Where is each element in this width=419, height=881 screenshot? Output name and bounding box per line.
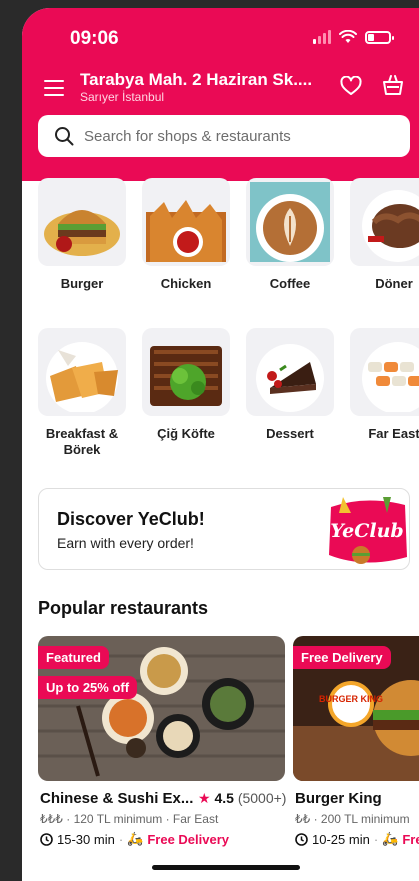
restaurant-name: Burger King xyxy=(295,790,382,807)
category-image xyxy=(38,328,126,416)
category-image xyxy=(246,178,334,266)
wifi-icon xyxy=(339,30,357,43)
menu-icon[interactable] xyxy=(44,80,64,96)
discount-badge: Up to 25% off xyxy=(38,676,138,699)
chicken-icon xyxy=(146,200,226,262)
category-breakfast-borek[interactable]: Breakfast & Börek xyxy=(38,328,126,458)
dessert-icon xyxy=(256,344,324,412)
sushi-icon xyxy=(362,342,419,412)
burger-icon xyxy=(44,210,120,256)
category-coffee[interactable]: Coffee xyxy=(246,178,334,292)
doner-icon xyxy=(362,190,419,262)
restaurant-photo: BURGER KING Free Delivery xyxy=(293,636,419,781)
restaurant-eta: 10-25 min · 🛵 Free Delivery xyxy=(295,831,419,847)
basket-icon[interactable] xyxy=(382,74,404,96)
status-time: 09:06 xyxy=(70,28,119,49)
category-image xyxy=(142,328,230,416)
search-bar[interactable] xyxy=(38,115,410,157)
category-burger[interactable]: Burger xyxy=(38,178,126,292)
restaurant-name: Chinese & Sushi Ex... xyxy=(40,790,194,807)
featured-badge: Featured xyxy=(38,646,109,669)
cig-kofte-icon xyxy=(150,346,222,406)
coffee-icon xyxy=(250,182,330,262)
borek-icon xyxy=(46,342,118,412)
scooter-icon: 🛵 xyxy=(382,831,399,846)
category-image xyxy=(350,328,419,416)
address-subtitle[interactable]: Sarıyer İstanbul xyxy=(80,90,164,104)
status-icons xyxy=(313,30,394,44)
clock-icon xyxy=(295,832,308,846)
star-icon: ★ xyxy=(198,790,211,806)
yeclub-subtitle: Earn with every order! xyxy=(57,535,194,551)
svg-text:BURGER KING: BURGER KING xyxy=(319,694,383,704)
search-input[interactable] xyxy=(84,127,374,145)
restaurant-eta: 15-30 min · 🛵 Free Delivery xyxy=(40,831,229,847)
address-title[interactable]: Tarabya Mah. 2 Haziran Sk.... xyxy=(80,70,336,90)
free-delivery-badge: Free Delivery xyxy=(293,646,391,669)
heart-icon[interactable] xyxy=(340,76,362,96)
popular-restaurants-title: Popular restaurants xyxy=(38,598,209,618)
search-icon xyxy=(55,127,74,146)
yeclub-banner[interactable]: Discover YeClub! Earn with every order! … xyxy=(38,488,410,570)
category-chicken[interactable]: Chicken xyxy=(142,178,230,292)
app-header: 09:06 Tarabya Mah. 2 Haziran Sk.... Sarı… xyxy=(22,8,419,181)
category-image xyxy=(246,328,334,416)
restaurant-card[interactable]: BURGER KING Free Delivery Burger King ₺₺… xyxy=(293,636,419,847)
yeclub-logo-icon: YeClub xyxy=(329,497,407,564)
clock-icon xyxy=(40,832,53,846)
category-doner[interactable]: Döner xyxy=(350,178,419,292)
restaurant-meta: ₺₺₺ · 120 TL minimum · Far East xyxy=(40,812,219,826)
restaurant-rating: ★ 4.5 (5000+) xyxy=(198,790,287,806)
scooter-icon: 🛵 xyxy=(127,831,144,846)
signal-icon xyxy=(313,30,331,44)
category-image xyxy=(350,178,419,266)
category-image xyxy=(142,178,230,266)
category-cig-kofte[interactable]: Çiğ Köfte xyxy=(142,328,230,442)
restaurant-meta: ₺₺ · 200 TL minimum xyxy=(295,812,410,826)
yeclub-title: Discover YeClub! xyxy=(57,509,205,529)
svg-text:YeClub: YeClub xyxy=(330,520,403,542)
category-dessert[interactable]: Dessert xyxy=(246,328,334,442)
category-far-east[interactable]: Far East xyxy=(350,328,419,442)
battery-icon xyxy=(365,30,394,44)
home-indicator[interactable] xyxy=(152,865,300,870)
restaurant-photo: Featured Up to 25% off xyxy=(38,636,285,781)
restaurant-card[interactable]: Featured Up to 25% off Chinese & Sushi E… xyxy=(38,636,286,847)
phone-screen: 09:06 Tarabya Mah. 2 Haziran Sk.... Sarı… xyxy=(22,8,419,881)
category-image xyxy=(38,178,126,266)
